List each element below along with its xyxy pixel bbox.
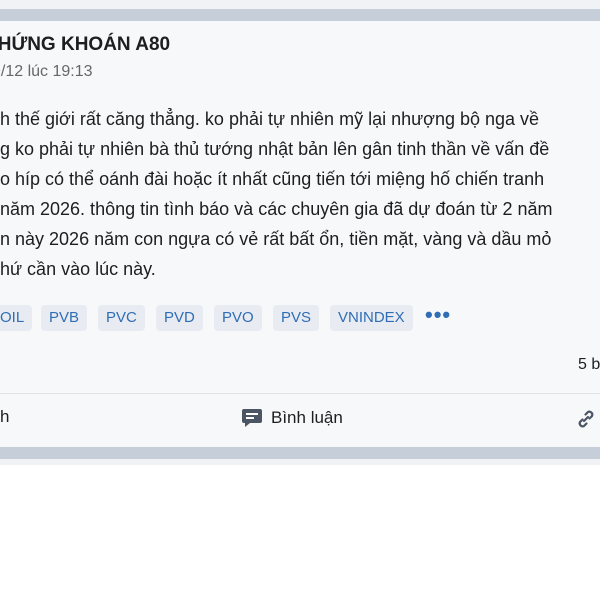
tag-pvo[interactable]: PVO xyxy=(214,305,262,331)
post-timestamp[interactable]: 9/12 lúc 19:13 xyxy=(0,63,93,81)
tag-pvs[interactable]: PVS xyxy=(273,305,320,331)
more-tags-button[interactable]: ••• xyxy=(425,304,451,331)
post-line-1: h thế giới rất căng thẳng. ko phải tự nh… xyxy=(0,109,540,129)
post-line-4: năm 2026. thông tin tình báo và các chuy… xyxy=(0,199,553,219)
post-body: h thế giới rất căng thẳng. ko phải tự nh… xyxy=(0,104,600,284)
like-action-button[interactable]: h xyxy=(0,407,9,427)
link-icon[interactable] xyxy=(574,407,598,431)
tag-pvb[interactable]: PVB xyxy=(41,305,88,331)
tag-vnindex[interactable]: VNINDEX xyxy=(330,305,413,331)
page-background-bottom xyxy=(0,459,600,465)
post-line-2: g ko phải tự nhiên bà thủ tướng nhật bản… xyxy=(0,139,550,159)
post-card: CHỨNG KHOÁN A80 9/12 lúc 19:13 h thế giớ… xyxy=(0,21,600,447)
post-line-6: hứ cần vào lúc này. xyxy=(0,259,156,279)
page-background-top xyxy=(0,0,600,9)
tag-oil[interactable]: OIL xyxy=(0,305,33,331)
comment-action-label: Bình luận xyxy=(271,408,343,427)
post-line-5: n này 2026 năm con ngựa có vẻ rất bất ổn… xyxy=(0,229,552,249)
comment-count[interactable]: 5 b xyxy=(578,356,600,374)
card-bottom-border xyxy=(0,447,600,459)
tag-pvd[interactable]: PVD xyxy=(156,305,203,331)
post-author[interactable]: CHỨNG KHOÁN A80 xyxy=(0,34,170,56)
tag-pvc[interactable]: PVC xyxy=(98,305,145,331)
comment-bubble-icon xyxy=(241,407,263,429)
post-line-3: o híp có thể oánh đài hoặc ít nhất cũng … xyxy=(0,169,545,189)
comment-action-button[interactable]: Bình luận xyxy=(241,405,343,431)
card-top-border xyxy=(0,9,600,21)
actions-divider xyxy=(0,393,600,394)
